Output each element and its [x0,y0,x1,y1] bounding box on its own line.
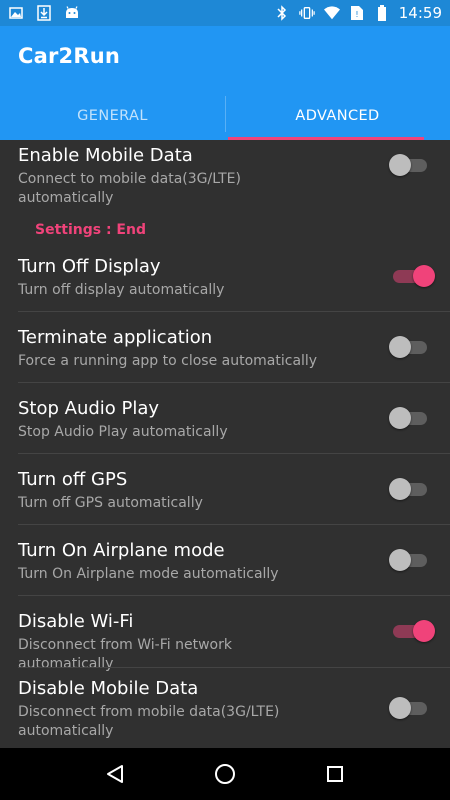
setting-title: Turn off GPS [18,469,128,490]
setting-terminate-application[interactable]: Terminate application Force a running ap… [18,327,450,371]
tab-general[interactable]: GENERAL [0,92,225,140]
divider [18,311,450,312]
android-icon [64,5,80,21]
tab-divider [225,96,226,132]
divider [18,667,450,668]
setting-summary: Disconnect from Wi-Fi network automatica… [18,637,232,672]
switch-thumb [389,549,411,571]
setting-title: Stop Audio Play [18,398,160,419]
svg-text:!: ! [355,10,358,19]
recents-icon[interactable] [320,759,350,789]
navigation-bar [0,748,450,800]
switch-enable-mobile-data[interactable] [389,153,429,177]
setting-title: Turn Off Display [18,256,161,277]
switch-thumb [413,620,435,642]
switch-thumb [389,478,411,500]
switch-disable-mobile-data[interactable] [389,696,429,720]
setting-title: Terminate application [18,327,213,348]
setting-disable-mobile-data[interactable]: Disable Mobile Data Disconnect from mobi… [18,678,450,741]
switch-thumb [389,697,411,719]
status-time: 14:59 [398,4,442,22]
back-icon[interactable] [100,759,130,789]
tab-advanced[interactable]: ADVANCED [225,92,450,140]
divider [18,595,450,596]
status-bar: ! 14:59 [0,0,450,26]
setting-summary: Disconnect from mobile data(3G/LTE) auto… [18,704,280,739]
switch-stop-audio-play[interactable] [389,406,429,430]
divider [18,453,450,454]
category-settings-end: Settings : End [35,222,146,238]
battery-icon [374,5,390,21]
divider [18,382,450,383]
vibrate-icon [299,5,315,21]
setting-title: Enable Mobile Data [18,145,193,166]
app-bar: Car2Run GENERAL ADVANCED [0,26,450,140]
setting-summary: Stop Audio Play automatically [18,424,228,440]
switch-turn-on-airplane-mode[interactable] [389,548,429,572]
status-bar-left [8,5,80,21]
switch-disable-wifi[interactable] [389,619,435,643]
setting-summary: Turn On Airplane mode automatically [18,566,279,582]
switch-thumb [413,265,435,287]
setting-summary: Force a running app to close automatical… [18,353,318,369]
image-icon [8,5,24,21]
switch-turn-off-gps[interactable] [389,477,429,501]
no-sim-icon: ! [349,5,365,21]
setting-title: Turn On Airplane mode [18,540,225,561]
divider [18,524,450,525]
setting-enable-mobile-data[interactable]: Enable Mobile Data Connect to mobile dat… [18,145,450,208]
app-title: Car2Run [18,44,121,68]
switch-thumb [389,336,411,358]
switch-thumb [389,407,411,429]
setting-title: Disable Wi-Fi [18,611,134,632]
switch-terminate-application[interactable] [389,335,429,359]
home-icon[interactable] [210,759,240,789]
bluetooth-icon [274,5,290,21]
setting-turn-off-display[interactable]: Turn Off Display Turn off display automa… [18,256,450,300]
download-icon [36,5,52,21]
setting-turn-on-airplane-mode[interactable]: Turn On Airplane mode Turn On Airplane m… [18,540,450,584]
settings-list[interactable]: Enable Mobile Data Connect to mobile dat… [0,140,450,748]
setting-summary: Turn off GPS automatically [18,495,203,511]
setting-stop-audio-play[interactable]: Stop Audio Play Stop Audio Play automati… [18,398,450,442]
wifi-icon [323,5,340,21]
switch-turn-off-display[interactable] [389,264,435,288]
status-bar-right: ! 14:59 [274,4,442,22]
setting-turn-off-gps[interactable]: Turn off GPS Turn off GPS automatically [18,469,450,513]
setting-summary: Connect to mobile data(3G/LTE) automatic… [18,171,241,206]
setting-title: Disable Mobile Data [18,678,199,699]
setting-disable-wifi[interactable]: Disable Wi-Fi Disconnect from Wi-Fi netw… [18,611,450,674]
switch-thumb [389,154,411,176]
setting-summary: Turn off display automatically [18,282,225,298]
